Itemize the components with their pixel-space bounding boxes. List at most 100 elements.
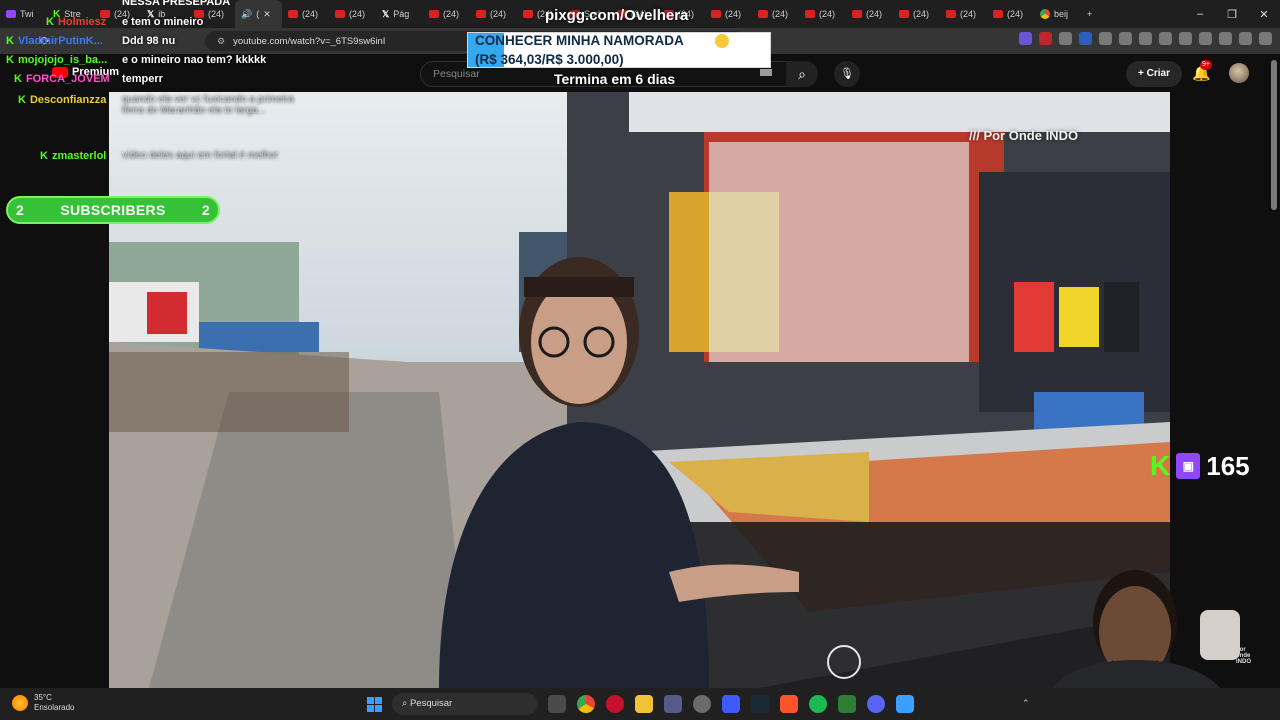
browser-tab[interactable]: (24)	[940, 0, 987, 28]
extension-icon[interactable]	[1119, 32, 1132, 45]
browser-tab[interactable]: (24)	[987, 0, 1034, 28]
weather-widget[interactable]: 35°C Ensolarado	[12, 693, 74, 713]
chat-username: K VladmirPutinK...	[6, 35, 103, 47]
restore-button[interactable]: ❐	[1216, 8, 1248, 21]
kick-icon: K	[18, 94, 26, 106]
kick-icon: K	[40, 150, 48, 162]
spotify-icon[interactable]	[809, 695, 827, 713]
opera-icon[interactable]	[606, 695, 624, 713]
app-icon[interactable]	[722, 695, 740, 713]
pix-url: pixgg.com/Ovelhera	[545, 7, 689, 24]
browser-tab-label: (24)	[349, 9, 366, 19]
youtube-icon	[993, 10, 1003, 18]
chat-username: K Holmiesz	[46, 16, 106, 28]
google-icon	[1040, 9, 1050, 19]
chrome-icon[interactable]	[577, 695, 595, 713]
viewer-counter: K ▣ 165	[1150, 450, 1250, 482]
extension-icon[interactable]	[1059, 32, 1072, 45]
chat-username-text: FORCA_JOVEM	[25, 73, 110, 85]
browser-tab[interactable]: (24)	[470, 0, 517, 28]
menu-icon[interactable]	[1259, 32, 1272, 45]
vpn-icon[interactable]	[1239, 32, 1252, 45]
windows-logo-icon	[367, 697, 374, 704]
extension-icon[interactable]	[1079, 32, 1092, 45]
goal-countdown: Termina em 6 dias	[554, 71, 676, 87]
chat-message: e tem o mineiro	[122, 16, 204, 28]
youtube-icon	[711, 10, 721, 18]
voice-search-button[interactable]: 🎙	[834, 61, 860, 87]
sidebar-icon[interactable]	[1179, 32, 1192, 45]
create-button[interactable]: + Criar	[1126, 61, 1182, 87]
app-icon[interactable]	[693, 695, 711, 713]
music-icon[interactable]	[1159, 32, 1172, 45]
youtube-icon	[335, 10, 345, 18]
notepad-icon[interactable]	[896, 695, 914, 713]
twitch-icon: ▣	[1176, 453, 1201, 479]
new-tab-button[interactable]: +	[1081, 0, 1128, 28]
app-icon[interactable]	[664, 695, 682, 713]
page-scrollbar[interactable]	[1271, 60, 1277, 210]
task-view-icon[interactable]	[548, 695, 566, 713]
start-button[interactable]	[367, 697, 382, 712]
app-icon[interactable]	[838, 695, 856, 713]
browser-tab[interactable]: (24)	[846, 0, 893, 28]
extension-icon[interactable]	[1019, 32, 1032, 45]
sun-icon	[12, 695, 28, 711]
close-button[interactable]: ✕	[1248, 8, 1280, 21]
x-icon: 𝕏	[382, 8, 390, 19]
subscriber-count-left: 2	[16, 202, 25, 218]
minimize-button[interactable]: –	[1184, 8, 1216, 20]
browser-tab[interactable]: 𝕏 Pág	[376, 0, 423, 28]
extension-icon[interactable]	[1039, 32, 1052, 45]
chat-username-text: VladmirPutinK...	[17, 35, 103, 47]
browser-tab[interactable]: (24)	[705, 0, 752, 28]
chat-overlay: NESSA PRESEPADA K Holmiesz e tem o mineiro K…	[0, 0, 320, 190]
subscriber-label: SUBSCRIBERS	[60, 202, 166, 218]
overlay-indicator	[760, 69, 772, 76]
youtube-icon	[852, 10, 862, 18]
tray-chevron-icon[interactable]: ⌃	[1022, 698, 1030, 709]
browser-tab-label: (24)	[866, 9, 883, 19]
kick-icon: K	[1150, 450, 1171, 481]
overlay-headline: NESSA PRESEPADA	[122, 0, 231, 8]
chat-message: quando ela ver vc fuxicando a primeira l…	[122, 94, 294, 116]
create-label: Criar	[1146, 68, 1170, 79]
browser-tab-label: beij	[1054, 9, 1069, 19]
viewer-count: 165	[1206, 450, 1250, 481]
browser-tab-label: (24)	[819, 9, 836, 19]
browser-tab[interactable]: (24)	[752, 0, 799, 28]
kick-icon: K	[14, 73, 22, 85]
youtube-icon	[523, 10, 533, 18]
brave-icon[interactable]	[780, 695, 798, 713]
chat-username-text: mojojojo_is_ba...	[17, 54, 108, 66]
browser-tab[interactable]: (24)	[893, 0, 940, 28]
kick-icon: K	[6, 35, 14, 47]
chat-username-text: zmasterlol	[51, 150, 107, 162]
subscriber-count-right: 2	[201, 202, 210, 218]
browser-tab[interactable]: (24)	[799, 0, 846, 28]
discord-icon[interactable]	[867, 695, 885, 713]
leo-icon[interactable]	[1219, 32, 1232, 45]
search-button[interactable]: ⌕	[786, 61, 818, 87]
youtube-icon	[758, 10, 768, 18]
account-avatar[interactable]	[1229, 63, 1249, 83]
steam-icon[interactable]	[751, 695, 769, 713]
file-explorer-icon[interactable]	[635, 695, 653, 713]
browser-tab[interactable]: (24)	[329, 0, 376, 28]
chat-username: Kmojojojo_is_ba...	[6, 54, 107, 66]
youtube-icon	[805, 10, 815, 18]
browser-tab[interactable]: (24)	[423, 0, 470, 28]
taskbar-apps	[548, 695, 914, 713]
weather-condition: Ensolarado	[34, 703, 75, 712]
browser-tab[interactable]: beij	[1034, 0, 1081, 28]
goal-amounts: (R$ 364,03/R$ 3.000,00)	[475, 52, 624, 67]
chat-username: K Desconfianzza	[18, 94, 106, 106]
notifications-button[interactable]: 🔔 9+	[1192, 60, 1212, 82]
chat-message: e o mineiro nao tem? kkkkk	[122, 54, 267, 66]
taskbar-search[interactable]: ⌕ Pesquisar	[392, 693, 538, 715]
wallet-icon[interactable]	[1199, 32, 1212, 45]
extension-icon[interactable]	[1099, 32, 1112, 45]
extension-icon[interactable]	[1139, 32, 1152, 45]
browser-tab-label: (24)	[772, 9, 789, 19]
kick-icon: K	[6, 54, 14, 66]
